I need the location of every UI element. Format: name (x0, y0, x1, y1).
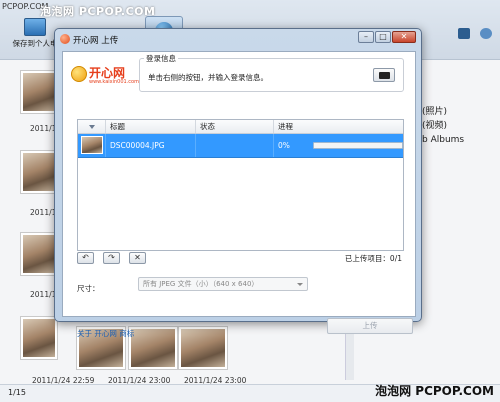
chevron-down-icon (297, 283, 303, 286)
save-to-pc-label: 保存到个人电 (12, 39, 58, 48)
size-select[interactable]: 所有 JPEG 文件（小）（640 x 640） (138, 277, 308, 291)
photo-thumbnail[interactable] (20, 232, 58, 276)
file-thumbnail (80, 136, 103, 154)
sort-column-header[interactable] (78, 120, 106, 133)
rotate-right-button[interactable]: ↷ (103, 252, 120, 264)
size-select-value: 所有 JPEG 文件（小）（640 x 640） (143, 280, 259, 288)
table-row[interactable]: DSC00004.JPG 0% (78, 134, 403, 158)
photo-thumbnail[interactable] (20, 316, 58, 360)
column-header-status[interactable]: 状态 (196, 120, 274, 133)
file-name: DSC00004.JPG (106, 134, 196, 157)
close-button[interactable]: ✕ (392, 31, 416, 43)
dialog-title: 开心网 上传 (73, 36, 119, 46)
minimize-button[interactable]: – (358, 31, 374, 43)
photo-thumbnail[interactable] (128, 326, 178, 370)
dialog-titlebar[interactable]: 开心网 上传 – □ ✕ (55, 29, 421, 49)
briefcase-icon (378, 72, 390, 79)
sort-arrow-icon (88, 125, 95, 129)
dialog-body: 开心网 www.kaixin001.com 登录信息 单击右侧的按钮，并输入登录… (62, 51, 416, 338)
column-header-progress[interactable]: 进程 (274, 120, 403, 133)
progress-percent: 0% (278, 141, 290, 150)
help-icon[interactable] (480, 28, 492, 39)
login-description: 单击右侧的按钮，并输入登录信息。 (148, 73, 268, 82)
upload-dialog: 开心网 上传 – □ ✕ 开心网 www.kaixin001.com 登录信息 … (54, 28, 422, 338)
list-header: 标题 状态 进程 (78, 120, 403, 134)
logo-url: www.kaixin001.com (89, 79, 139, 85)
side-category-list: (照片) (视频) b Albums (422, 105, 464, 147)
side-item-photos[interactable]: (照片) (422, 105, 464, 119)
remove-button[interactable]: ✕ (129, 252, 146, 264)
watermark-bottom: 泡泡网 PCPOP.COM (375, 384, 494, 398)
rotate-left-button[interactable]: ↶ (77, 252, 94, 264)
list-toolbar: ↶ ↷ ✕ 已上传项目：0/1 (77, 251, 404, 265)
smiley-logo-icon (71, 66, 87, 82)
maximize-button[interactable]: □ (375, 31, 391, 43)
computer-icon (24, 18, 46, 36)
about-trademark-link[interactable]: 关于 开心网 商标 (77, 328, 134, 339)
login-legend: 登录信息 (144, 53, 178, 64)
uploaded-count: 已上传项目：0/1 (344, 254, 402, 263)
login-info-group: 登录信息 单击右侧的按钮，并输入登录信息。 (139, 53, 404, 92)
file-status (196, 134, 274, 157)
save-to-pc-button[interactable]: 保存到个人电 (10, 14, 60, 54)
kaixin-app-icon (60, 34, 70, 44)
upload-file-list[interactable]: 标题 状态 进程 DSC00004.JPG 0% (77, 119, 404, 251)
briefcase-icon[interactable] (458, 28, 470, 39)
side-item-albums[interactable]: b Albums (422, 133, 464, 147)
login-button[interactable] (373, 68, 395, 82)
column-header-title[interactable]: 标题 (106, 120, 196, 133)
upload-button[interactable]: 上传 (327, 318, 413, 334)
photo-thumbnail[interactable] (178, 326, 228, 370)
photo-thumbnail[interactable] (20, 70, 58, 114)
size-label: 尺寸： (77, 284, 100, 293)
progress-bar (312, 142, 403, 149)
side-item-videos[interactable]: (视频) (422, 119, 464, 133)
photo-thumbnail[interactable] (20, 150, 58, 194)
page-indicator: 1/15 (8, 388, 26, 397)
kaixin-logo: 开心网 www.kaixin001.com (71, 64, 139, 86)
